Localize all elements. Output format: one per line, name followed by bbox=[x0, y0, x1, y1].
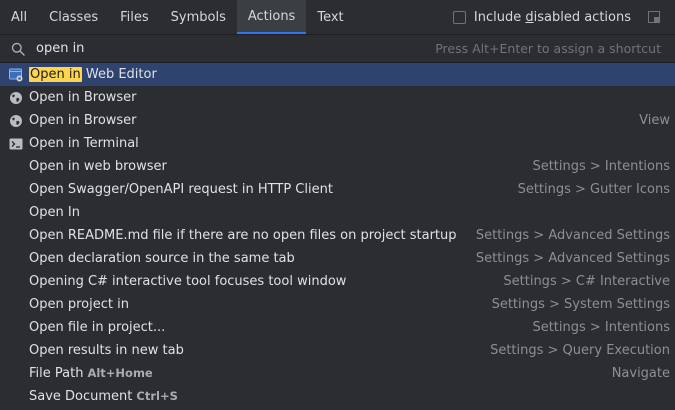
result-name-text: Open results in new tab bbox=[29, 343, 184, 358]
shortcut-hint: Press Alt+Enter to assign a shortcut bbox=[435, 41, 661, 56]
result-location: Settings > System Settings bbox=[491, 297, 670, 312]
result-name-text: Open in Browser bbox=[29, 90, 137, 105]
result-name-text: Open declaration source in the same tab bbox=[29, 251, 295, 266]
result-name-text: File Path bbox=[29, 366, 84, 381]
result-name-text: Save Document bbox=[29, 389, 133, 404]
result-row[interactable]: File Path Alt+Home Navigate bbox=[0, 362, 675, 385]
globe-icon bbox=[9, 91, 23, 105]
result-row[interactable]: Open Swagger/OpenAPI request in HTTP Cli… bbox=[0, 178, 675, 201]
tab-symbols[interactable]: Symbols bbox=[160, 0, 237, 34]
result-location: Settings > Gutter Icons bbox=[517, 182, 670, 197]
result-location: Navigate bbox=[611, 366, 670, 381]
result-name: Opening C# interactive tool focuses tool… bbox=[29, 274, 346, 289]
include-disabled-label[interactable]: Include disabled actions bbox=[474, 10, 631, 25]
result-location: Settings > Advanced Settings bbox=[475, 228, 670, 243]
result-name: Open in Browser bbox=[29, 113, 137, 128]
include-disabled-label-mnemonic: d bbox=[525, 9, 534, 25]
result-name: Open in Web Editor bbox=[29, 67, 157, 82]
result-name-text: Open file in project... bbox=[29, 320, 166, 335]
result-name: Open README.md file if there are no open… bbox=[29, 228, 457, 243]
pin-window-icon[interactable] bbox=[647, 10, 661, 24]
result-name-text: Open Swagger/OpenAPI request in HTTP Cli… bbox=[29, 182, 333, 197]
result-row[interactable]: Open In bbox=[0, 201, 675, 224]
result-name: Open file in project... bbox=[29, 320, 165, 335]
result-name: Open Swagger/OpenAPI request in HTTP Cli… bbox=[29, 182, 333, 197]
tab-all[interactable]: All bbox=[0, 0, 38, 34]
result-name: Open in web browser bbox=[29, 159, 167, 174]
result-name-text: Open in Browser bbox=[29, 113, 137, 128]
result-row[interactable]: Open declaration source in the same tab S… bbox=[0, 247, 675, 270]
result-shortcut: Ctrl+S bbox=[136, 389, 178, 403]
result-name-text: Open project in bbox=[29, 297, 129, 312]
result-location: Settings > Advanced Settings bbox=[475, 251, 670, 266]
result-name-text: Opening C# interactive tool focuses tool… bbox=[29, 274, 347, 289]
result-name: Open in Browser bbox=[29, 90, 137, 105]
result-name: Open results in new tab bbox=[29, 343, 184, 358]
result-row[interactable]: Open in web browser Settings > Intentions bbox=[0, 155, 675, 178]
include-disabled-option[interactable]: Include disabled actions bbox=[452, 0, 661, 34]
tab-actions[interactable]: Actions bbox=[236, 0, 307, 34]
terminal-icon bbox=[9, 137, 23, 151]
globe-icon bbox=[9, 114, 23, 128]
result-row[interactable]: Open in Web Editor bbox=[0, 63, 675, 86]
result-row[interactable]: Open in Terminal bbox=[0, 132, 675, 155]
result-name: Open in Terminal bbox=[29, 136, 139, 151]
result-location: Settings > Query Execution bbox=[490, 343, 670, 358]
include-disabled-checkbox[interactable] bbox=[452, 10, 466, 24]
search-tabs: All Classes Files Symbols Actions Text Include… bbox=[0, 0, 675, 34]
result-row[interactable]: Open in Browser View bbox=[0, 109, 675, 132]
result-name-text: Open In bbox=[29, 205, 80, 220]
result-row[interactable]: Open file in project... Settings > Intent… bbox=[0, 316, 675, 339]
result-name-text: Open in Terminal bbox=[29, 136, 139, 151]
include-disabled-label-suffix: isabled actions bbox=[533, 9, 631, 25]
tab-text[interactable]: Text bbox=[306, 0, 354, 34]
result-row[interactable]: Save Document Ctrl+S bbox=[0, 385, 675, 408]
result-row[interactable]: Open in Browser bbox=[0, 86, 675, 109]
search-icon bbox=[11, 42, 25, 56]
tab-files[interactable]: Files bbox=[109, 0, 160, 34]
result-row[interactable]: Open README.md file if there are no open… bbox=[0, 224, 675, 247]
web-editor-icon bbox=[9, 68, 23, 82]
result-name-text: Open README.md file if there are no open… bbox=[29, 228, 457, 243]
result-name: Open project in bbox=[29, 297, 129, 312]
results-list: Open in Web Editor Open in Browser Open in… bbox=[0, 63, 675, 408]
result-shortcut: Alt+Home bbox=[87, 366, 153, 380]
tab-classes[interactable]: Classes bbox=[38, 0, 109, 34]
search-bar: Press Alt+Enter to assign a shortcut bbox=[0, 34, 675, 63]
match-highlight: Open in bbox=[29, 67, 82, 82]
result-name-text: Open in web browser bbox=[29, 159, 167, 174]
include-disabled-label-prefix: Include bbox=[473, 9, 526, 25]
result-location: View bbox=[639, 113, 670, 128]
result-name-text: Web Editor bbox=[81, 67, 157, 82]
result-name: Open declaration source in the same tab bbox=[29, 251, 295, 266]
result-location: Settings > C# Interactive bbox=[503, 274, 670, 289]
result-location: Settings > Intentions bbox=[532, 320, 670, 335]
result-name: Open In bbox=[29, 205, 80, 220]
result-name: File Path Alt+Home bbox=[29, 366, 153, 381]
result-row[interactable]: Open results in new tab Settings > Query … bbox=[0, 339, 675, 362]
result-location: Settings > Intentions bbox=[532, 159, 670, 174]
result-name: Save Document Ctrl+S bbox=[29, 389, 178, 404]
result-row[interactable]: Open project in Settings > System Setting… bbox=[0, 293, 675, 316]
result-row[interactable]: Opening C# interactive tool focuses tool… bbox=[0, 270, 675, 293]
search-input[interactable] bbox=[36, 41, 296, 56]
